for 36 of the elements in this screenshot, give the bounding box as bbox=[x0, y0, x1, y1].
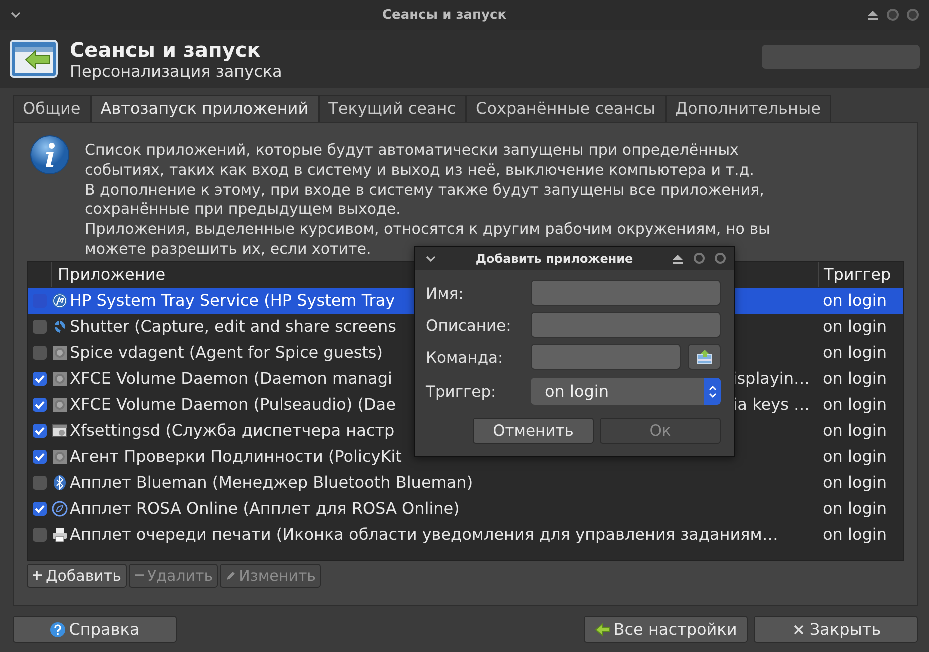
page-title: Сеансы и запуск bbox=[70, 38, 262, 62]
page-subtitle: Персонализация запуска bbox=[70, 62, 284, 80]
app-name: Апплет очереди печати (Иконка области уведомления для управления заданиям… bbox=[70, 525, 778, 544]
field-label: Триггер: bbox=[426, 382, 498, 400]
app-name: Агент Проверки Подлинности (PolicyKit bbox=[70, 447, 402, 466]
dialog-title: Добавить приложение bbox=[474, 252, 634, 266]
info-text-line: Приложения, выделенные курсивом, относятся к другим рабочим окружениям, но вы bbox=[85, 220, 770, 240]
info-text-line: можете разрешить их, если хотите. bbox=[85, 240, 372, 260]
app-name: Spice vdagent (Agent for Spice guests) bbox=[70, 343, 383, 362]
trigger-cell-text: on login bbox=[822, 291, 888, 310]
app-name-end: isplayin… bbox=[732, 369, 810, 388]
app-name: Апплет Blueman (Менеджер Bluetooth Blueman) bbox=[70, 473, 474, 492]
info-text-line: Список приложений, которые будут автоматически запущены при определённых bbox=[85, 141, 739, 161]
info-text-line: сохранённые при предыдущем выходе. bbox=[85, 200, 401, 220]
app-name: Shutter (Capture, edit and share screens bbox=[70, 317, 396, 336]
trigger-cell-text: on login bbox=[822, 395, 888, 414]
trigger-cell-text: on login bbox=[822, 317, 888, 336]
trigger-cell-text: on login bbox=[822, 369, 888, 388]
field-label: Описание: bbox=[426, 316, 512, 335]
trigger-cell-text: on login bbox=[822, 525, 888, 544]
trigger-cell-text: on login bbox=[822, 473, 888, 492]
window-title: Сеансы и запуск bbox=[381, 8, 508, 22]
field-label: Команда: bbox=[426, 348, 504, 367]
info-text-line: В дополнение к этому, при входе в систему также будут запущены все приложения, bbox=[85, 180, 764, 200]
app-name: Апплет ROSA Online (Апплет для ROSA Online) bbox=[70, 499, 460, 518]
app-name: XFCE Volume Daemon (Daemon managi bbox=[70, 369, 392, 388]
app-name: Xfsettingsd (Служба диспетчера настр bbox=[70, 421, 395, 440]
app-name: XFCE Volume Daemon (Pulseaudio) (Dae bbox=[70, 395, 396, 414]
trigger-cell-text: on login bbox=[822, 499, 888, 518]
info-text-line: событиях, таких как вход в систему и выход из неё, выключение компьютера и т.д. bbox=[85, 160, 754, 181]
trigger-cell-text: on login bbox=[822, 421, 888, 440]
field-label: Имя: bbox=[426, 284, 465, 303]
trigger-cell-text: on login bbox=[822, 447, 888, 466]
app-name: HP System Tray Service (HP System Tray bbox=[70, 291, 396, 310]
trigger-cell-text: on login bbox=[822, 343, 888, 362]
app-name-end: ia keys … bbox=[733, 395, 810, 414]
